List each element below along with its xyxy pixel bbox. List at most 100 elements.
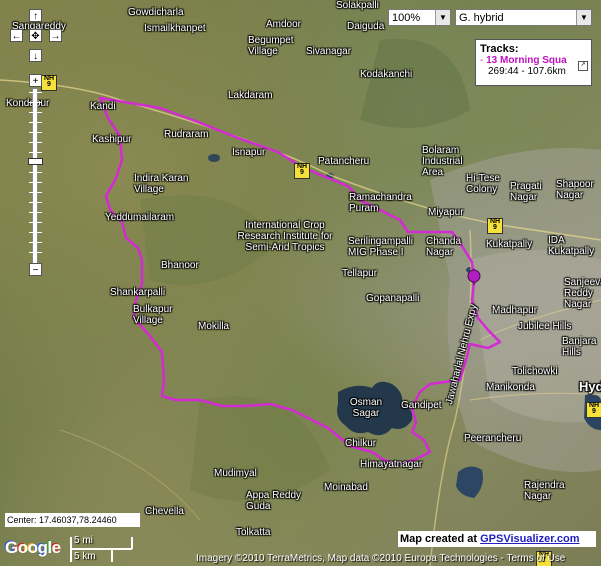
place-label: Hi-Tese Colony [466,173,500,195]
place-label: Jubilee Hills [518,321,572,332]
place-label: Gowdicharla [128,7,184,18]
credit-label: Map created at [400,533,478,545]
maptype-select-value: G. hybrid [459,12,504,24]
zoom-tick [29,222,42,223]
center-readout: Center: 17.46037,78.24460 [5,513,140,527]
place-label: Appa Reddy Guda [246,490,302,512]
attribution-text: Imagery ©2010 TerraMetrics, Map data ©20… [196,553,566,564]
zoom-select-value: 100% [392,12,421,24]
place-label: Lakdaram [228,90,273,101]
place-label: Begumpet Village [248,35,294,57]
zoom-slider-track[interactable] [29,88,42,264]
place-label: Indira Karan Village [134,173,189,195]
zoom-tick [29,202,42,203]
map-canvas[interactable]: NH 9 NH 9 NH 9 NH 9 NH 7 Gowdicharla Sangared… [0,0,601,566]
scale-km-label: 5 km [74,551,96,562]
place-label: Rudraram [164,129,209,140]
place-label: Chilkur [345,438,377,449]
place-label: Gopanapalli [366,293,420,304]
pan-down-button[interactable]: ↓ [29,49,42,62]
pan-up-button[interactable]: ↑ [29,9,42,22]
place-label: Daiguda [347,21,385,32]
zoom-tick [29,252,42,253]
chevron-down-icon: ▼ [435,10,450,25]
zoom-tick [29,132,42,133]
place-label: Kandi [90,101,116,112]
place-label: Amdoor [266,19,302,30]
zoom-slider-handle[interactable] [28,158,43,165]
zoom-tick [29,112,42,113]
zoom-in-button[interactable]: + [29,74,42,87]
place-label: Shapoor Nagar [556,179,594,201]
place-label: Solakpalli [336,0,379,11]
zoom-tick [29,192,42,193]
nh9-badge: NH 9 [487,218,503,234]
zoom-tick [29,152,42,153]
track-name-link[interactable]: 13 Morning Squa [486,55,567,66]
place-label: Ismailkhanpet [144,23,206,34]
zoom-tick [29,242,42,243]
nh7-badge: NH 9 [586,402,601,418]
zoom-tick [29,122,42,123]
zoom-tick [29,182,42,183]
pan-right-button[interactable]: → [49,29,62,42]
place-label: International Crop Research Institute fo… [237,220,333,253]
place-label: Chanda Nagar [426,236,462,258]
zoom-tick [29,102,42,103]
place-label: Banjara Hills [562,336,597,358]
place-label: Rajendra Nagar [524,480,565,502]
place-label: Pragati Nagar [510,181,542,203]
place-label: Peerancheru [464,433,522,444]
place-label: Kashipur [92,134,132,145]
place-label: Gandipet [401,400,442,411]
nh9-badge: NH 9 [41,75,57,91]
scale-bar: 5 mi 5 km [70,534,170,564]
google-logo[interactable]: Google [4,537,60,557]
nh9-badge: NH 9 [294,163,310,179]
place-label: Sanjeeva Reddy Nagar [564,277,601,310]
zoom-tick [29,92,42,93]
place-label: Mudimyal [214,468,257,479]
zoom-tick [29,212,42,213]
maptype-select[interactable]: G. hybrid ▼ [455,9,592,26]
google-logo-text: Google [4,537,60,556]
zoom-tick [29,142,42,143]
place-label: Kodakanchi [360,69,413,80]
place-label: Madhapur [492,305,538,316]
place-label: Shankarpalli [110,287,166,298]
tracks-heading: Tracks: [480,43,519,55]
place-label: Serilingampalli MIG Phase I [348,236,414,258]
place-label: Chevella [145,506,184,517]
track-marker-icon [467,268,481,286]
place-label: Isnapur [232,147,266,158]
place-label: Miyapur [428,207,464,218]
pan-center-button[interactable]: ✥ [29,29,42,42]
place-label: Yeddumailaram [105,212,175,223]
place-label: Ramachandra Puram [349,192,412,214]
credit-box: Map created at GPSVisualizer.com [398,531,596,547]
place-label: Bhanoor [161,260,199,271]
place-label: Osman Sagar [349,397,383,419]
zoom-tick [29,172,42,173]
place-label: IDA Kukatpally [548,235,595,257]
place-label: Manikonda [486,382,535,393]
place-label: Kukatpally [486,239,533,250]
zoom-out-button[interactable]: − [29,263,42,276]
place-label: Patancheru [318,156,370,167]
place-label: Bulkapur Village [133,304,173,326]
place-label: Moinabad [324,482,368,493]
place-label: Himayatnagar [360,459,423,470]
tracks-panel: Tracks: - 13 Morning Squa 269:44 - 107.6… [475,39,592,86]
pan-left-button[interactable]: ← [10,29,23,42]
place-label: Hyd [579,379,601,394]
gpsvisualizer-link[interactable]: GPSVisualizer.com [480,533,579,545]
place-label: Tellapur [342,268,378,279]
popout-icon[interactable]: ↗ [578,61,588,71]
place-label: Tolichowki [512,366,558,377]
zoom-select[interactable]: 100% ▼ [388,9,451,26]
chevron-down-icon: ▼ [576,10,591,25]
place-label: Kondapur [6,98,50,109]
place-label: Mokilla [198,321,230,332]
zoom-tick [29,232,42,233]
track-stats: 269:44 - 107.6km [488,66,566,77]
